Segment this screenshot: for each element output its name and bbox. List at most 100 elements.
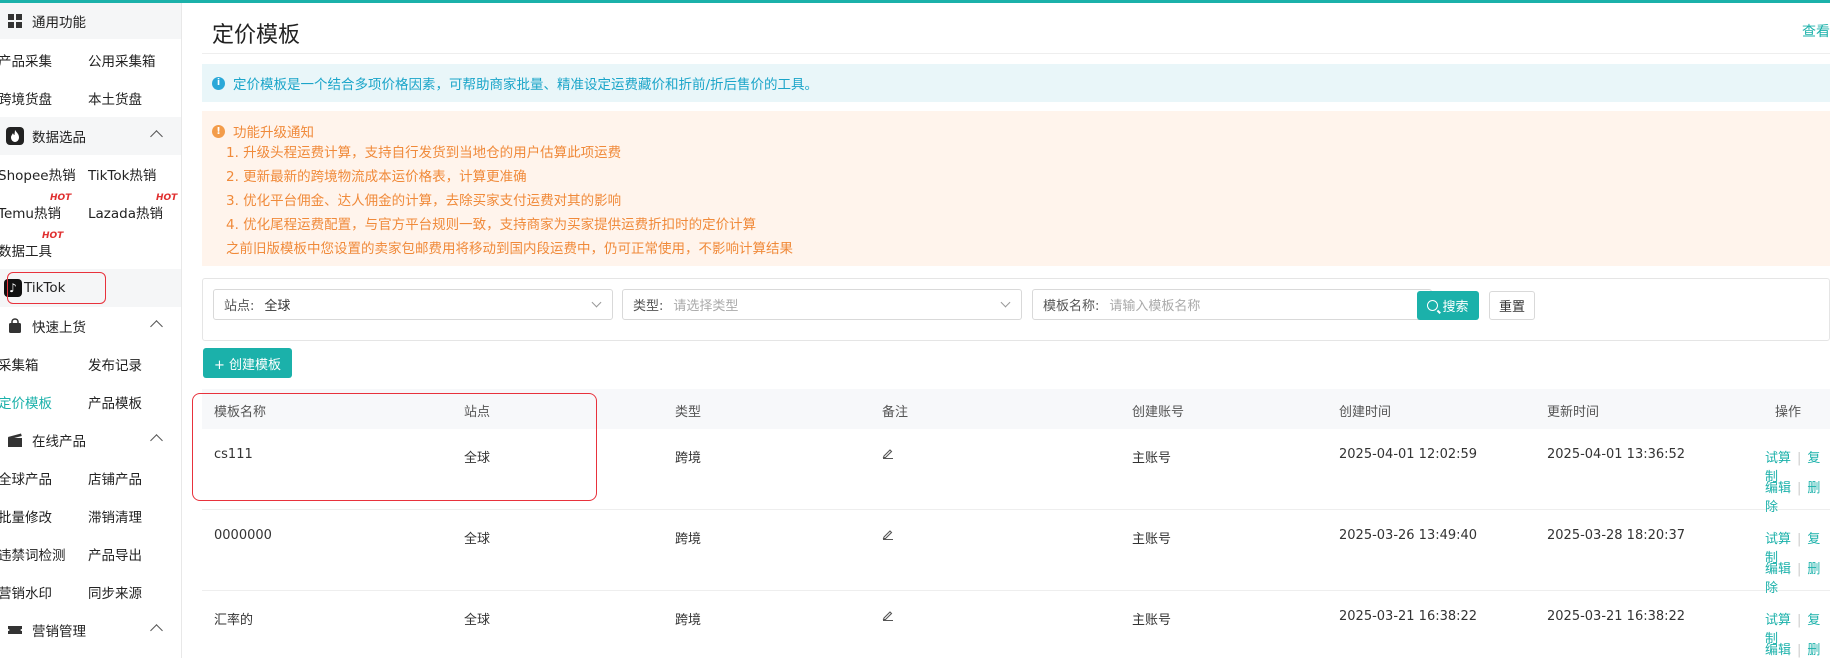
sidebar-item-collect-box[interactable]: 采集箱	[0, 354, 88, 374]
sidebar-group-label: 快速上货	[32, 320, 86, 336]
cell-template-name: 汇率的	[214, 613, 254, 628]
cell-template-name: cs111	[214, 447, 253, 462]
trial-button[interactable]: 试算	[1765, 451, 1791, 466]
info-alert: i 定价模板是一个结合多项价格因素，可帮助商家批量、精准设定运费藏价和折前/折后…	[202, 64, 1830, 102]
view-link[interactable]: 查看	[1802, 21, 1830, 41]
sidebar-group-general[interactable]: 通用功能	[0, 3, 181, 39]
chevron-up-icon[interactable]	[150, 624, 163, 637]
sidebar-row: Shopee热销 TikTok热销	[0, 155, 181, 193]
edit-button[interactable]: 编辑	[1765, 481, 1791, 496]
sidebar-item-publish-log[interactable]: 发布记录	[88, 354, 178, 374]
type-select[interactable]: 类型: 请选择类型	[622, 289, 1022, 320]
template-name-input[interactable]: 模板名称: 请输入模板名称	[1032, 289, 1432, 320]
edit-note-icon[interactable]	[882, 447, 894, 463]
column-header: 创建账号	[1132, 405, 1185, 420]
sidebar-item-product-template[interactable]: 产品模板	[88, 392, 178, 412]
sidebar-item-label: 数据工具	[0, 244, 52, 260]
cell-account: 主账号	[1132, 451, 1172, 466]
column-header: 站点	[464, 405, 491, 420]
column-header: 更新时间	[1547, 405, 1600, 420]
table-header: 模板名称 站点 类型 备注 创建账号 创建时间 更新时间 操作	[202, 389, 1830, 429]
create-template-button[interactable]: + 创建模板	[203, 348, 292, 378]
chevron-up-icon[interactable]	[150, 130, 163, 143]
sidebar-group-online[interactable]: 在线产品	[0, 421, 181, 459]
sidebar-item-unsold-cleanup[interactable]: 滞销清理	[88, 506, 178, 526]
trial-button[interactable]: 试算	[1765, 613, 1791, 628]
sidebar-row: 违禁词检测 产品导出	[0, 535, 181, 573]
sidebar-row: Temu热销 HOT Lazada热销 HOT	[0, 193, 181, 231]
cell-created-time: 2025-03-21 16:38:22	[1339, 609, 1478, 624]
sidebar-item-crossborder-goods[interactable]: 跨境货盘	[0, 88, 88, 108]
trial-button[interactable]: 试算	[1765, 532, 1791, 547]
cell-updated-time: 2025-03-28 18:20:37	[1547, 528, 1686, 543]
edit-button[interactable]: 编辑	[1765, 562, 1791, 577]
grid-icon	[6, 12, 24, 30]
name-placeholder: 请输入模板名称	[1109, 299, 1201, 314]
clapper-icon	[6, 431, 24, 449]
sidebar-item-product-export[interactable]: 产品导出	[88, 544, 178, 564]
notice-line: 之前旧版模板中您设置的卖家包邮费用将移动到国内段运费中，仍可正常使用，不影响计算…	[226, 241, 793, 257]
sidebar-item-global-products[interactable]: 全球产品	[0, 468, 88, 488]
column-header: 创建时间	[1339, 405, 1392, 420]
hot-badge: HOT	[42, 231, 64, 241]
notice-line: 4. 优化尾程运费配置，与官方平台规则一致，支持商家为买家提供运费折扣时的定价计…	[226, 217, 757, 233]
sidebar-item-label: Temu热销	[0, 206, 61, 222]
name-label: 模板名称:	[1043, 299, 1100, 314]
reset-button[interactable]: 重置	[1489, 291, 1535, 320]
chevron-up-icon[interactable]	[150, 320, 163, 333]
column-header: 模板名称	[214, 405, 267, 420]
sidebar-item-lazada-hot[interactable]: Lazada热销 HOT	[88, 193, 178, 222]
cell-account: 主账号	[1132, 532, 1172, 547]
cell-type: 跨境	[675, 532, 702, 547]
search-icon	[1427, 300, 1439, 311]
cell-created-time: 2025-03-26 13:49:40	[1339, 528, 1478, 543]
sidebar-group-data[interactable]: 数据选品	[0, 117, 181, 155]
sidebar-item-product-collect[interactable]: 产品采集	[0, 50, 88, 70]
sidebar-item-sync-source[interactable]: 同步来源	[88, 582, 178, 602]
sidebar-row: 跨境货盘 本土货盘	[0, 79, 181, 117]
fire-icon	[6, 127, 24, 145]
info-icon: i	[212, 76, 225, 90]
sidebar-group-publish[interactable]: 快速上货	[0, 307, 181, 345]
chevron-up-icon[interactable]	[150, 434, 163, 447]
sidebar: 通用功能 产品采集 公用采集箱 跨境货盘 本土货盘 数据选品 Shopee热销 …	[0, 3, 182, 658]
separator: |	[1797, 532, 1802, 547]
notice-line: 2. 更新最新的跨境物流成本运价格表，计算更准确	[226, 169, 527, 185]
edit-note-icon[interactable]	[882, 609, 894, 625]
warning-icon: !	[212, 124, 225, 138]
column-header: 操作	[1775, 405, 1802, 420]
notice-line: 3. 优化平台佣金、达人佣金的计算，去除买家支付运费对其的影响	[226, 193, 622, 209]
cell-updated-time: 2025-04-01 13:36:52	[1547, 447, 1686, 462]
sidebar-row: 产品采集 公用采集箱	[0, 41, 181, 79]
sidebar-group-label: 营销管理	[32, 624, 86, 640]
table-row: cs111 全球 跨境 主账号 2025-04-01 12:02:59 2025…	[202, 429, 1830, 515]
sidebar-item-shop-products[interactable]: 店铺产品	[88, 468, 178, 488]
sidebar-group-label: 通用功能	[32, 15, 86, 31]
sidebar-item-tiktok-hot[interactable]: TikTok热销	[88, 164, 178, 184]
cell-site: 全球	[464, 532, 491, 547]
sidebar-item-banned-words[interactable]: 违禁词检测	[0, 544, 88, 564]
sidebar-row: 数据工具 HOT	[0, 231, 181, 269]
separator: |	[1797, 643, 1802, 658]
sidebar-item-public-box[interactable]: 公用采集箱	[88, 50, 178, 70]
edit-note-icon[interactable]	[882, 528, 894, 544]
table-row: 0000000 全球 跨境 主账号 2025-03-26 13:49:40 20…	[202, 510, 1830, 596]
sidebar-item-shopee-hot[interactable]: Shopee热销	[0, 164, 88, 184]
site-select[interactable]: 站点: 全球	[213, 289, 613, 320]
sidebar-group-marketing[interactable]: 营销管理	[0, 611, 181, 649]
cell-account: 主账号	[1132, 613, 1172, 628]
edit-button[interactable]: 编辑	[1765, 643, 1791, 658]
sidebar-item-data-tools[interactable]: 数据工具 HOT	[0, 231, 88, 260]
search-button[interactable]: 搜索	[1417, 291, 1479, 320]
sidebar-item-pricing-template[interactable]: 定价模板	[0, 392, 88, 412]
sidebar-row: 营销水印 同步来源	[0, 573, 181, 611]
sidebar-item-batch-edit[interactable]: 批量修改	[0, 506, 88, 526]
sidebar-item-label: Lazada热销	[88, 206, 163, 222]
ops-line: 编辑|删除	[1765, 639, 1830, 658]
sidebar-item-tiktok[interactable]: ♪ TikTok	[0, 269, 181, 307]
bag-icon	[6, 317, 24, 335]
sidebar-item-watermark[interactable]: 营销水印	[0, 582, 88, 602]
cell-site: 全球	[464, 451, 491, 466]
sidebar-item-temu-hot[interactable]: Temu热销 HOT	[0, 193, 88, 222]
sidebar-item-local-goods[interactable]: 本土货盘	[88, 88, 178, 108]
